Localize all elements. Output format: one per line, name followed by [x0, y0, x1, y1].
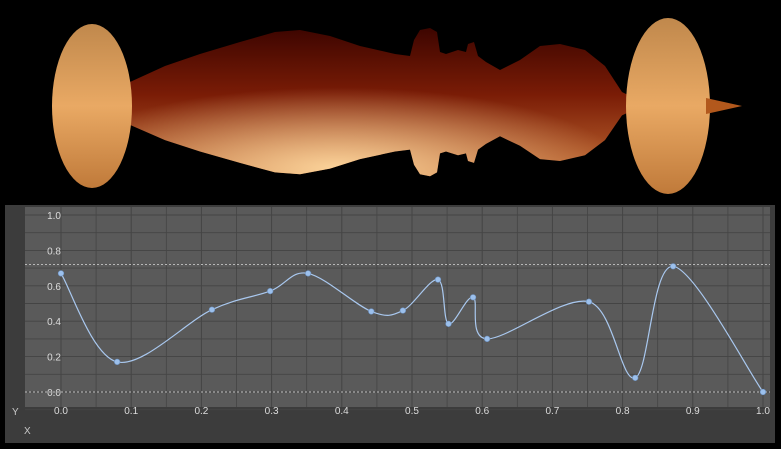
x-tick-label: 0.5 — [405, 406, 419, 417]
lathe-tip — [706, 98, 742, 114]
lathe-shape — [52, 18, 742, 194]
spline-control-point[interactable] — [57, 270, 65, 277]
spline-control-point[interactable] — [670, 263, 677, 270]
y-tick-label: 0.6 — [47, 282, 61, 293]
spline-control-point[interactable] — [759, 388, 767, 396]
y-tick-label: 0.8 — [47, 246, 61, 257]
spline-control-point[interactable] — [399, 307, 406, 314]
y-tick-label: 0.2 — [47, 353, 61, 364]
spline-control-point[interactable] — [469, 294, 477, 301]
y-tick-label: 1.0 — [47, 211, 61, 222]
plot-area[interactable] — [25, 207, 770, 407]
spline-control-point[interactable] — [585, 298, 593, 305]
spline-control-point[interactable] — [267, 288, 274, 295]
y-axis-label: Y — [12, 407, 19, 418]
lathe-right-cap — [626, 18, 710, 194]
x-axis-ticks: 0.0 0.1 0.2 0.3 0.4 0.5 0.6 0.7 0.8 0.9 … — [54, 406, 770, 417]
x-tick-label: 0.6 — [475, 406, 489, 417]
spline-control-point[interactable] — [114, 358, 121, 366]
spline-control-point[interactable] — [484, 335, 491, 342]
lathe-object-preview — [0, 0, 781, 205]
spline-control-point[interactable] — [445, 320, 452, 327]
spline-control-point[interactable] — [434, 276, 442, 283]
spline-graph[interactable]: 0.0 0.1 0.2 0.3 0.4 0.5 0.6 0.7 0.8 0.9 … — [5, 205, 775, 443]
x-tick-label: 0.3 — [265, 406, 279, 417]
x-tick-label: 0.0 — [54, 406, 68, 417]
x-tick-label: 0.4 — [335, 406, 349, 417]
x-axis-label: X — [24, 426, 31, 437]
x-tick-label: 0.1 — [124, 406, 138, 417]
spline-control-point[interactable] — [368, 308, 375, 315]
x-tick-label: 0.7 — [545, 406, 559, 417]
lathe-left-cap — [52, 24, 132, 188]
x-tick-label: 0.2 — [194, 406, 208, 417]
x-tick-label: 1.0 — [756, 406, 770, 417]
x-tick-label: 0.9 — [686, 406, 700, 417]
x-tick-label: 0.8 — [616, 406, 630, 417]
spline-control-point[interactable] — [208, 306, 216, 313]
spline-control-point[interactable] — [305, 270, 312, 277]
spline-control-point[interactable] — [632, 374, 639, 381]
spline-editor[interactable]: 0.0 0.1 0.2 0.3 0.4 0.5 0.6 0.7 0.8 0.9 … — [5, 205, 775, 443]
y-tick-label: 0.4 — [47, 317, 61, 328]
lathe-highlight — [118, 28, 640, 177]
y-tick-label: 0.0 — [47, 388, 61, 399]
